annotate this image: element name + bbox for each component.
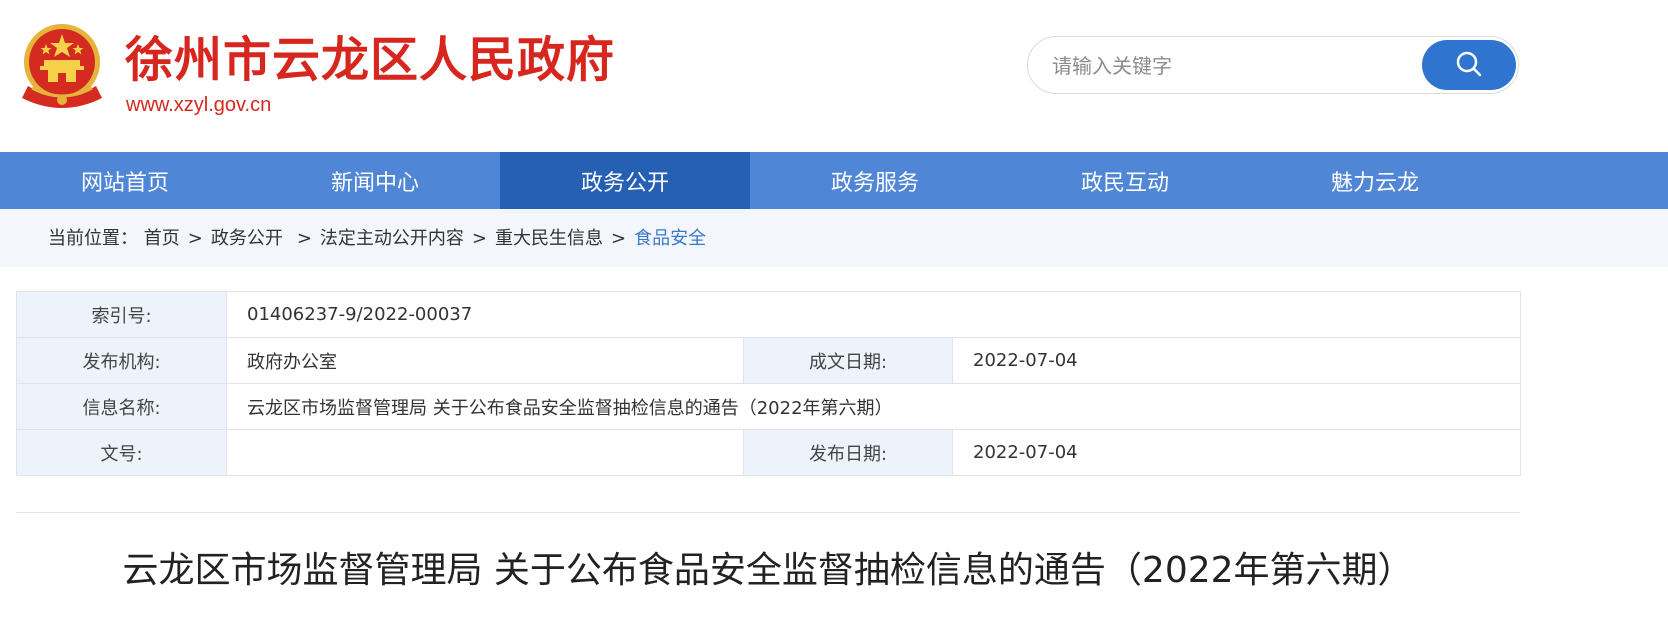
document-info-table: 索引号: 01406237-9/2022-00037 发布机构: 政府办公室 成… bbox=[16, 291, 1522, 476]
created-date-label: 成文日期: bbox=[743, 337, 953, 384]
doc-number-value bbox=[226, 429, 744, 476]
doc-number-label: 文号: bbox=[16, 429, 227, 476]
info-name-label: 信息名称: bbox=[16, 383, 227, 430]
created-date-value: 2022-07-04 bbox=[951, 337, 1522, 384]
nav-item-charm-yunlong[interactable]: 魅力云龙 bbox=[1250, 152, 1500, 209]
table-row: 文号: 发布日期: 2022-07-04 bbox=[16, 429, 1522, 476]
search-button[interactable] bbox=[1422, 40, 1516, 90]
nav-item-home[interactable]: 网站首页 bbox=[0, 152, 250, 209]
breadcrumb-item-statutory[interactable]: 法定主动公开内容 bbox=[320, 228, 464, 249]
info-name-value: 云龙区市场监督管理局 关于公布食品安全监督抽检信息的通告（2022年第六期） bbox=[225, 383, 1522, 430]
publisher-label: 发布机构: bbox=[16, 337, 227, 384]
site-title[interactable]: 徐州市云龙区人民政府 bbox=[125, 30, 615, 90]
article-title: 云龙区市场监督管理局 关于公布食品安全监督抽检信息的通告（2022年第六期） bbox=[122, 550, 1414, 591]
national-emblem-icon[interactable] bbox=[18, 22, 106, 114]
breadcrumb-separator: > bbox=[296, 228, 312, 249]
published-date-value: 2022-07-04 bbox=[951, 429, 1522, 476]
divider bbox=[16, 512, 1520, 513]
breadcrumb-separator: > bbox=[611, 228, 627, 249]
breadcrumb-prefix: 当前位置： bbox=[48, 228, 138, 249]
breadcrumb: 当前位置： 首页 > 政务公开 > 法定主动公开内容 > 重大民生信息 > 食品安全 bbox=[48, 227, 706, 251]
breadcrumb-separator: > bbox=[471, 228, 488, 249]
breadcrumb-item-gov-open[interactable]: 政务公开 bbox=[211, 228, 283, 249]
breadcrumb-item-food-safety[interactable]: 食品安全 bbox=[634, 228, 706, 249]
index-value: 01406237-9/2022-00037 bbox=[225, 291, 1522, 338]
breadcrumb-item-home[interactable]: 首页 bbox=[144, 228, 180, 249]
publisher-value: 政府办公室 bbox=[226, 337, 744, 384]
published-date-label: 发布日期: bbox=[743, 429, 953, 476]
breadcrumb-bar: 当前位置： 首页 > 政务公开 > 法定主动公开内容 > 重大民生信息 > 食品安全 bbox=[0, 209, 1668, 267]
search-input[interactable] bbox=[1052, 49, 1412, 83]
table-row: 发布机构: 政府办公室 成文日期: 2022-07-04 bbox=[16, 337, 1522, 384]
search-box bbox=[1027, 36, 1519, 94]
breadcrumb-item-livelihood[interactable]: 重大民生信息 bbox=[495, 228, 603, 249]
index-label: 索引号: bbox=[16, 291, 227, 338]
site-header: 徐州市云龙区人民政府 www.xzyl.gov.cn bbox=[0, 0, 1668, 152]
main-nav: 网站首页 新闻中心 政务公开 政务服务 政民互动 魅力云龙 bbox=[0, 152, 1668, 209]
table-row: 信息名称: 云龙区市场监督管理局 关于公布食品安全监督抽检信息的通告（2022年… bbox=[16, 383, 1522, 430]
search-icon bbox=[1455, 50, 1483, 81]
nav-item-gov-services[interactable]: 政务服务 bbox=[750, 152, 1000, 209]
breadcrumb-separator: > bbox=[187, 228, 203, 249]
table-row: 索引号: 01406237-9/2022-00037 bbox=[16, 291, 1522, 338]
nav-item-interaction[interactable]: 政民互动 bbox=[1000, 152, 1250, 209]
nav-item-news[interactable]: 新闻中心 bbox=[250, 152, 500, 209]
site-url[interactable]: www.xzyl.gov.cn bbox=[126, 92, 271, 118]
nav-item-gov-affairs-open[interactable]: 政务公开 bbox=[500, 152, 750, 209]
